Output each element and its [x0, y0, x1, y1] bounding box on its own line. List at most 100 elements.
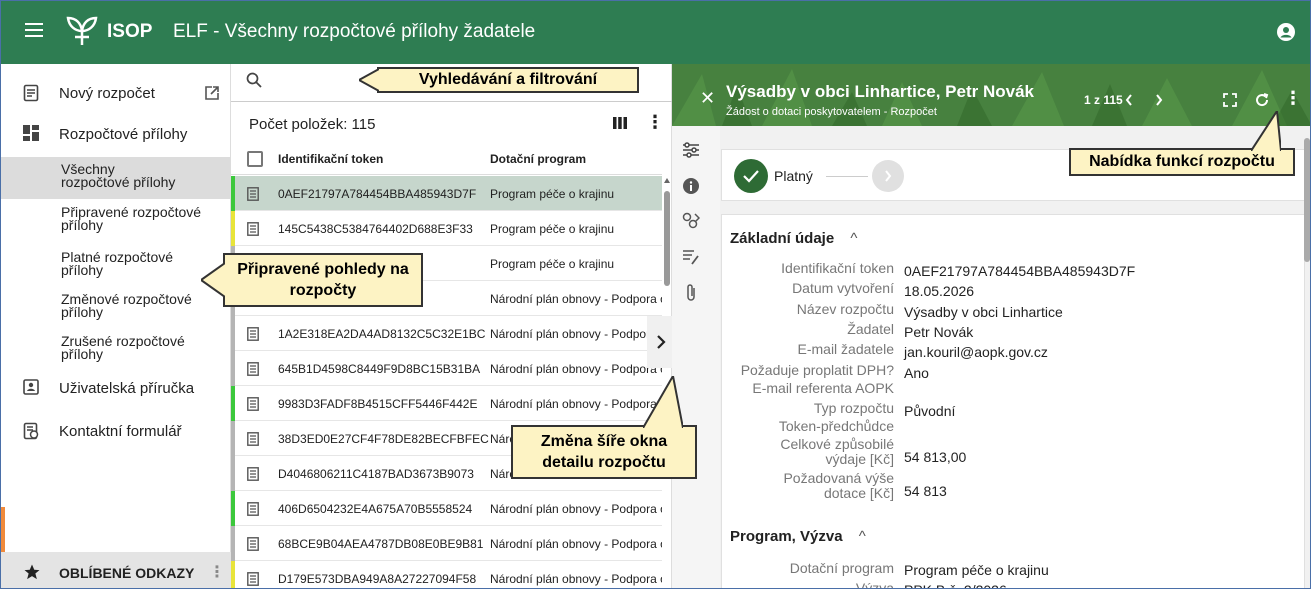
tune-icon[interactable]	[682, 142, 700, 158]
sidebar-item-new-budget[interactable]: Nový rozpočet	[1, 82, 231, 106]
row-program: Národní plán obnovy - Podpora ob	[490, 572, 662, 586]
sidebar-subitem-prepared[interactable]: Připravené rozpočtové přílohy	[1, 204, 231, 238]
table-row[interactable]: 645B1D4598C8449F9D8BC15B31BA Národní plán…	[231, 351, 662, 386]
field-label: E-mail žadatele	[797, 341, 895, 357]
table-row[interactable]: 1A2E318EA2DA4AD8132C5C32E1BC Národní plán…	[231, 316, 662, 351]
sidebar-item-label: Nový rozpočet	[59, 85, 155, 102]
table-row[interactable]: 9983D3FADF8B4515CFF5446F442E Národní plán…	[231, 386, 662, 421]
favorites-section[interactable]: OBLÍBENÉ ODKAZY ⋮	[1, 552, 231, 588]
callout-width: Změna šíře okna detailu rozpočtu	[511, 376, 697, 479]
checklist-icon[interactable]	[682, 248, 700, 266]
next-icon[interactable]	[1154, 93, 1164, 107]
field-value: 54 813,00	[904, 449, 967, 465]
sidebar-subitem-cancelled[interactable]: Zrušené rozpočtové přílohy	[1, 333, 231, 367]
next-status-step[interactable]	[872, 160, 904, 192]
sidebar-subitem-valid[interactable]: Platné rozpočtové přílohy	[1, 249, 231, 283]
account-icon[interactable]	[1277, 23, 1295, 41]
budget-icon	[247, 572, 259, 586]
section-program-title: Program, Výzva	[730, 528, 843, 545]
detail-scrollbar[interactable]	[1304, 138, 1310, 262]
row-program: Národní plán obnovy - Podpora ob	[490, 292, 662, 306]
callout-views-text: Připravené pohledy na rozpočty	[237, 261, 409, 299]
row-program: Národní plán obnovy - Podpora ob	[490, 502, 662, 516]
row-token: D179E573DBA949A8A27227094F58	[278, 572, 477, 586]
budget-menu-icon[interactable]: ⋮	[1284, 88, 1302, 109]
callout-pointer	[643, 376, 683, 428]
status-bar	[231, 316, 235, 351]
table-row[interactable]: 68BCE9B04AEA4787DB08E0BE9B81 Národní plán…	[231, 526, 662, 561]
callout-pointer	[201, 263, 225, 297]
field-label: Požadovaná výše dotace [Kč]	[783, 470, 894, 501]
row-program: Program péče o krajinu	[490, 187, 615, 201]
menu-icon[interactable]	[25, 23, 43, 37]
sidebar-subitem-change[interactable]: Změnové rozpočtové přílohy	[1, 291, 231, 325]
info-icon[interactable]	[683, 178, 699, 194]
row-token: 0AEF21797A784454BBA485943D7F	[278, 187, 477, 201]
chevron-up-icon: ^	[850, 230, 858, 247]
table-row[interactable]: 145C5438C5384764402D688E3F33 Program péče…	[231, 211, 662, 246]
row-token: 406D6504232E4A675A70B5558524	[278, 502, 473, 516]
row-token: 38D3ED0E27CF4F78DE82BECFBFEC	[278, 432, 489, 446]
callout-menu-text: Nabídka funkcí rozpočtu	[1089, 153, 1275, 170]
open-in-new-icon[interactable]	[204, 85, 220, 101]
row-program: Program péče o krajinu	[490, 222, 615, 236]
field-value: Petr Novák	[904, 324, 974, 340]
app-window: ISOP ELF - Všechny rozpočtové přílohy ža…	[0, 0, 1311, 589]
list-more-icon[interactable]: ⋮	[646, 112, 664, 133]
sidebar-item-user-guide[interactable]: Uživatelská příručka	[1, 377, 231, 401]
columns-icon[interactable]	[613, 117, 627, 129]
more-vert-icon[interactable]: ⋮	[209, 562, 225, 582]
scroll-up-arrow[interactable]	[664, 178, 670, 183]
sidebar-item-budget-attachments[interactable]: Rozpočtové přílohy	[1, 122, 231, 146]
sidebar-item-contact-form[interactable]: Kontaktní formulář	[1, 420, 231, 444]
tree-share-icon[interactable]	[682, 212, 700, 230]
dashboard-icon	[23, 125, 39, 141]
budget-icon	[247, 362, 259, 376]
attachment-icon[interactable]	[685, 283, 697, 303]
callout-width-text: Změna šíře okna detailu rozpočtu	[540, 433, 668, 471]
brand-name: ISOP	[107, 21, 153, 42]
pager-label: 1 z 115	[1084, 93, 1123, 107]
column-header-program[interactable]: Dotační program	[490, 152, 586, 166]
status-bar	[231, 351, 235, 386]
budget-detail-panel: ✕ Výsadby v obci Linhartice, Petr Novák …	[672, 64, 1310, 588]
field-label: Dotační program	[789, 560, 894, 576]
sidebar-subitem-all[interactable]: Všechny rozpočtové přílohy	[1, 157, 231, 199]
close-icon[interactable]: ✕	[700, 88, 715, 109]
row-token: D4046806211C4187BAD3673B9073	[278, 467, 474, 481]
field-label: E-mail referenta AOPK	[752, 380, 894, 396]
table-row[interactable]: D179E573DBA949A8A27227094F58 Národní plán…	[231, 561, 662, 588]
user-guide-icon	[23, 379, 39, 395]
expand-detail-button[interactable]	[647, 316, 673, 368]
table-row[interactable]: 0AEF21797A784454BBA485943D7F Program péče…	[231, 176, 662, 211]
table-row[interactable]: 406D6504232E4A675A70B5558524 Národní plán…	[231, 491, 662, 526]
callout-menu: Nabídka funkcí rozpočtu	[1069, 111, 1295, 176]
check-icon	[743, 170, 759, 183]
sidebar-item-label: Uživatelská příručka	[59, 380, 195, 397]
item-count: Počet položek: 115	[249, 116, 376, 133]
budget-list-panel: Počet položek: 115 ⋮ Identifikační token…	[231, 64, 672, 588]
field-label: Celkové způsobilé výdaje [Kč]	[780, 436, 894, 467]
section-basic-header[interactable]: Základní údaje ^	[730, 230, 857, 247]
prev-icon[interactable]	[1124, 93, 1134, 107]
row-token: 1A2E318EA2DA4AD8132C5C32E1BC	[278, 327, 486, 341]
chevron-right-icon	[657, 335, 666, 349]
section-program-header[interactable]: Program, Výzva ^	[730, 528, 866, 545]
field-value: 18.05.2026	[904, 283, 975, 299]
column-header-token[interactable]: Identifikační token	[278, 152, 383, 166]
search-icon[interactable]	[246, 72, 262, 88]
callout-pointer	[359, 69, 379, 91]
refresh-icon[interactable]	[1254, 92, 1270, 108]
fullscreen-icon[interactable]	[1223, 93, 1237, 107]
field-label: Název rozpočtu	[796, 301, 894, 317]
status-label: Platný	[774, 168, 813, 184]
status-bar	[231, 386, 235, 421]
top-app-bar: ISOP ELF - Všechny rozpočtové přílohy ža…	[1, 1, 1310, 64]
select-all-checkbox[interactable]	[247, 151, 263, 167]
field-value: Ano	[904, 365, 929, 381]
budget-icon	[247, 537, 259, 551]
accent-stripe	[1, 507, 5, 552]
status-bar	[231, 526, 235, 561]
status-bar	[231, 421, 235, 456]
scroll-thumb[interactable]	[664, 191, 670, 286]
